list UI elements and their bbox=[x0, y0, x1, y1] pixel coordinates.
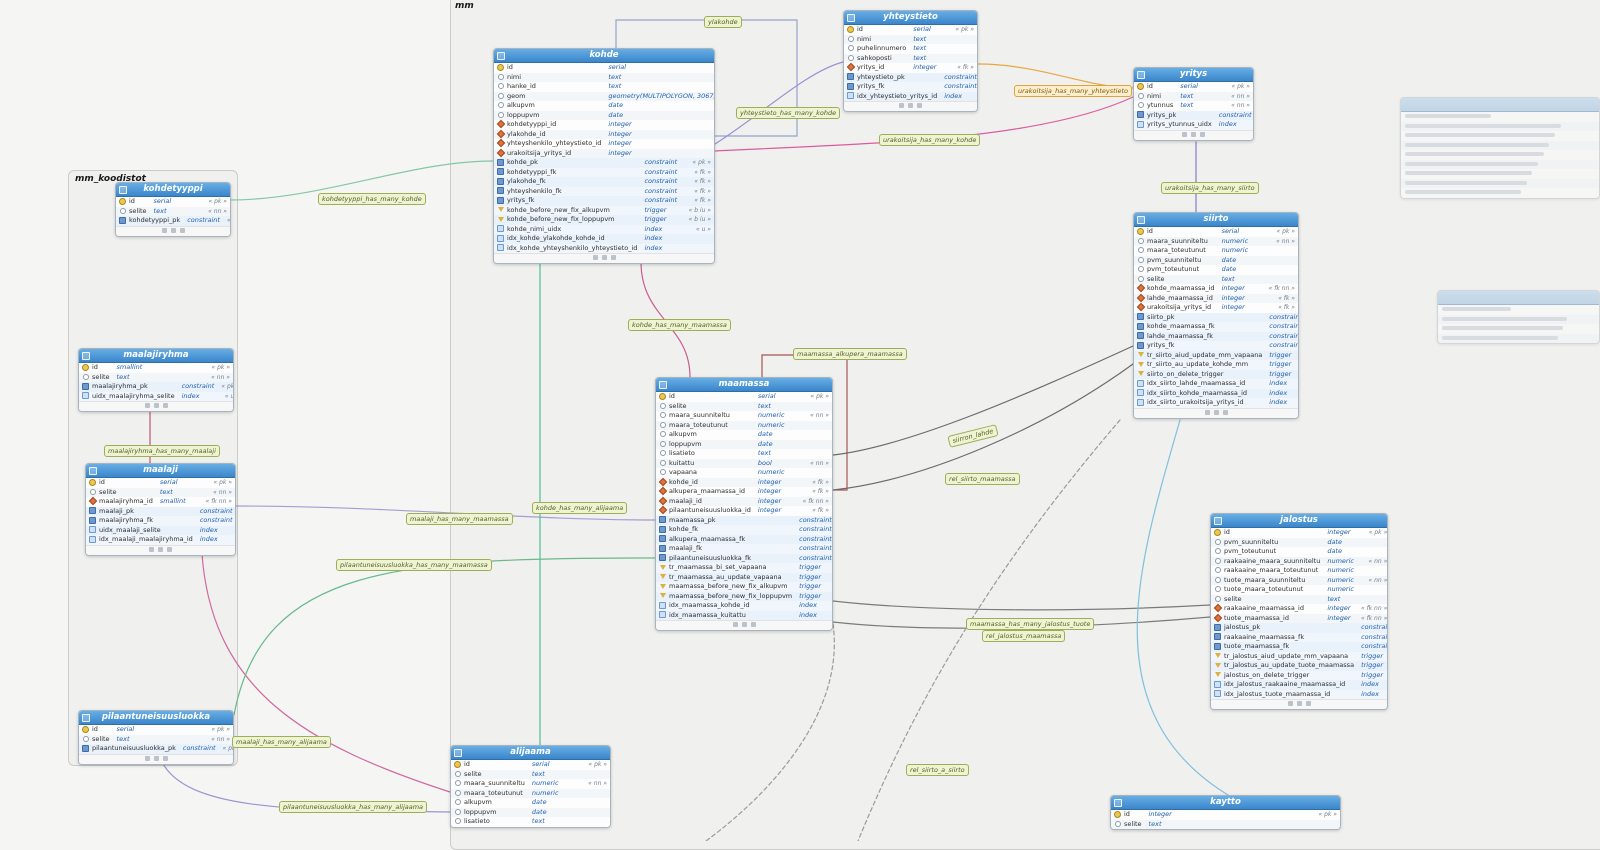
relationship-label-pilaantuneisuusluokka_has_many_maamassa[interactable]: pilaantuneisuusluokka_has_many_maamassa bbox=[336, 559, 492, 571]
relationship-label-yhteystieto_has_many_kohde[interactable]: yhteystieto_has_many_kohde bbox=[736, 107, 841, 119]
relationship-label-kohde_has_many_maamassa[interactable]: kohde_has_many_maamassa bbox=[628, 319, 731, 331]
relationship-label-kohde_has_many_alijaama[interactable]: kohde_has_many_alijaama bbox=[532, 502, 628, 514]
relationship-label-urakoitsija_has_many_siirto[interactable]: urakoitsija_has_many_siirto bbox=[1161, 182, 1259, 194]
relationship-label-pilaantuneisuusluokka_has_many_alijaama[interactable]: pilaantuneisuusluokka_has_many_alijaama bbox=[279, 801, 428, 813]
relationship-label-urakoitsija_has_many_kohde[interactable]: urakoitsija_has_many_kohde bbox=[879, 134, 981, 146]
relationship-label-maalaji_has_many_maamassa[interactable]: maalaji_has_many_maamassa bbox=[406, 513, 513, 525]
relationship-label-maalajiryhma_has_many_maalaji[interactable]: maalajiryhma_has_many_maalaji bbox=[104, 445, 220, 457]
relationship-label-siirron_lahde[interactable]: siirron_lahde bbox=[947, 424, 999, 448]
relationship-label-urakoitsija_has_many_yhteystieto[interactable]: urakoitsija_has_many_yhteystieto bbox=[1014, 85, 1132, 97]
relationship-labels-layer: ylakohde yhteystieto_has_many_kohde urakoi… bbox=[0, 0, 1600, 841]
relationship-label-maamassa_alkupera_maamassa[interactable]: maamassa_alkupera_maamassa bbox=[793, 348, 907, 360]
relationship-label-ylakohde[interactable]: ylakohde bbox=[704, 16, 742, 28]
relationship-label-maalaji_has_many_alijaama[interactable]: maalaji_has_many_alijaama bbox=[232, 736, 331, 748]
relationship-label-maamassa_has_many_jalostus_tuote[interactable]: maamassa_has_many_jalostus_tuote bbox=[966, 618, 1095, 630]
relationship-label-rel_siirto_a_siirto[interactable]: rel_siirto_a_siirto bbox=[906, 764, 969, 776]
relationship-label-rel_siirto_maamassa[interactable]: rel_siirto_maamassa bbox=[945, 473, 1020, 485]
diagram-canvas: kohdeidserial« pk »nimitext« nn »hanke_i… bbox=[0, 0, 1600, 850]
relationship-label-rel_jalostus_maamassa[interactable]: rel_jalostus_maamassa bbox=[982, 630, 1066, 642]
relationship-label-kohdetyyppi_has_many_kohde[interactable]: kohdetyyppi_has_many_kohde bbox=[318, 193, 426, 205]
